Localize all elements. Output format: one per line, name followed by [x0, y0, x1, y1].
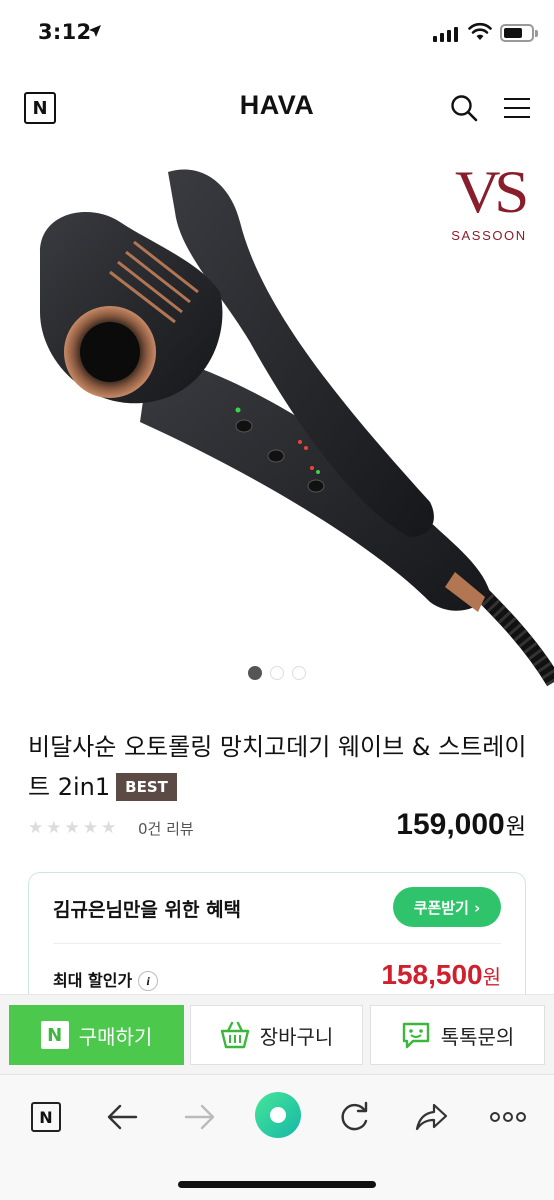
share-arrow-icon[interactable] [412, 1097, 452, 1137]
vidal-sassoon-logo: VS SASSOON [451, 159, 529, 243]
wifi-icon [468, 22, 492, 40]
search-icon[interactable] [450, 94, 478, 122]
more-options-icon[interactable] [488, 1097, 528, 1137]
carousel-dot[interactable] [270, 666, 284, 680]
cellular-signal-icon [433, 26, 458, 42]
green-dot-home-icon[interactable] [252, 1089, 304, 1141]
back-arrow-icon[interactable] [102, 1097, 142, 1137]
location-arrow-icon [89, 25, 101, 37]
naver-n-icon: N [31, 1102, 61, 1132]
purchase-action-bar: N 구매하기 장바구니 톡톡문의 [0, 994, 554, 1074]
forward-arrow-icon[interactable] [180, 1097, 220, 1137]
get-coupon-button[interactable]: 쿠폰받기 › [393, 887, 501, 927]
product-price: 159,000원 [396, 808, 526, 841]
browser-toolbar: N [0, 1074, 554, 1200]
hamburger-menu-icon[interactable] [504, 98, 530, 125]
cart-button-label: 장바구니 [259, 1024, 334, 1049]
carousel-dot[interactable] [292, 666, 306, 680]
review-count-link[interactable]: 0건 리뷰 [138, 818, 194, 839]
naver-pay-icon: N [40, 1021, 69, 1049]
best-badge: BEST [116, 773, 177, 801]
divider [53, 943, 501, 944]
site-header: N HAVA [0, 72, 554, 142]
battery-icon [500, 24, 538, 42]
status-bar: 3:12 [0, 0, 554, 64]
reload-icon[interactable] [334, 1097, 374, 1137]
cart-button[interactable]: 장바구니 [190, 1005, 363, 1065]
info-icon[interactable]: i [138, 971, 159, 991]
talktalk-button-label: 톡톡문의 [440, 1024, 515, 1049]
naver-home-button[interactable]: N [26, 1097, 66, 1137]
product-image-carousel[interactable]: VS SASSOON [0, 142, 554, 702]
buy-button-label: 구매하기 [78, 1024, 153, 1049]
basket-icon [220, 1021, 249, 1049]
carousel-dot[interactable] [248, 666, 262, 680]
home-indicator[interactable] [178, 1181, 376, 1188]
max-discount-label: 최대 할인가 i [53, 967, 159, 991]
product-title: 비달사순 오토롤링 망치고데기 웨이브 & 스트레이트 2in1 BEST [28, 733, 527, 801]
carousel-pagination[interactable] [0, 666, 554, 680]
status-time: 3:12 [38, 20, 92, 44]
buy-button[interactable]: N 구매하기 [9, 1005, 184, 1065]
chat-bubble-icon [402, 1022, 429, 1049]
rating-stars: ★★★★★ [28, 818, 120, 838]
benefit-title: 김규은님만을 위한 혜택 [53, 899, 242, 921]
max-discount-price: 158,500원 [381, 959, 501, 990]
talktalk-inquiry-button[interactable]: 톡톡문의 [370, 1005, 545, 1065]
